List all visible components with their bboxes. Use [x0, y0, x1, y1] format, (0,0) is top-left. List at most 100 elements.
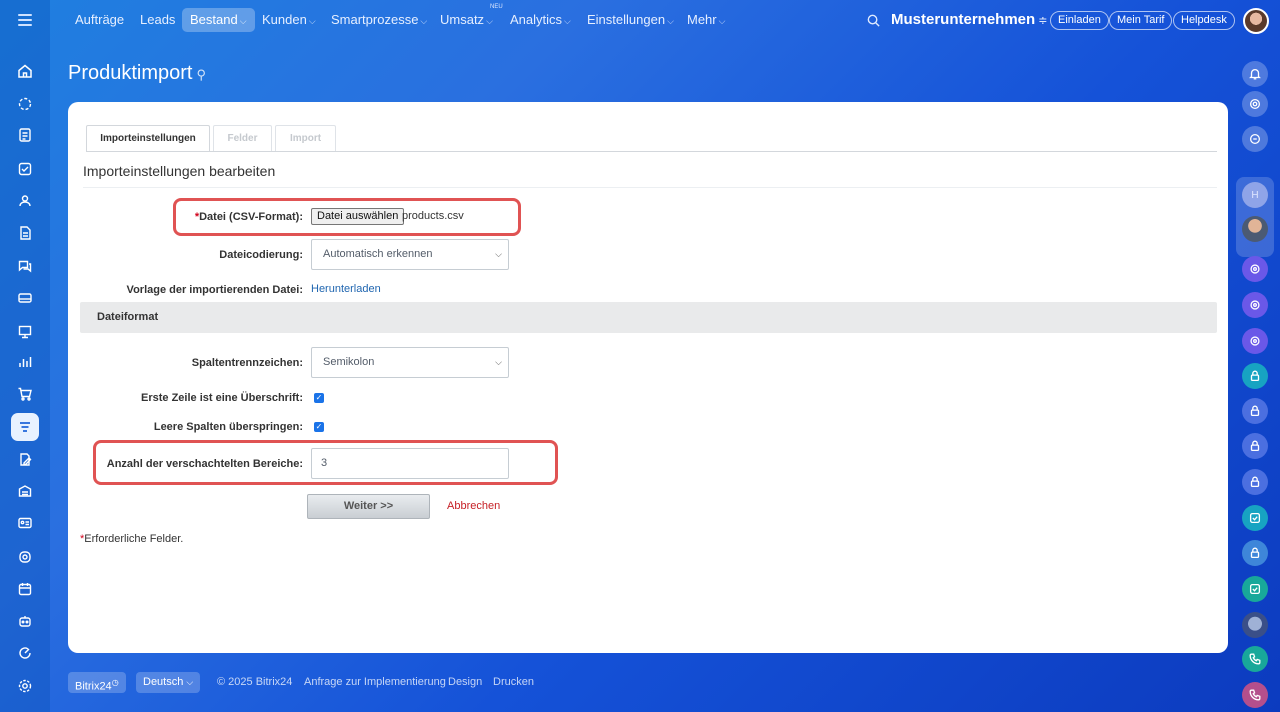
- phone-icon[interactable]: [1242, 682, 1268, 708]
- nav-orders[interactable]: Aufträge: [67, 8, 132, 32]
- lock-icon[interactable]: [1242, 540, 1268, 566]
- bell-icon[interactable]: [1242, 61, 1268, 87]
- contact-avatar-h[interactable]: H: [1242, 182, 1268, 208]
- chevron-down-icon: ⌵: [564, 16, 571, 26]
- search-icon[interactable]: [866, 13, 881, 28]
- skip-empty-checkbox[interactable]: ✓: [314, 422, 324, 432]
- chevron-down-icon: ⌵: [308, 16, 316, 26]
- task-check-icon[interactable]: [1242, 576, 1268, 602]
- calendar-icon[interactable]: [11, 575, 39, 603]
- left-sidebar: [0, 0, 50, 712]
- home-icon[interactable]: [11, 57, 39, 85]
- divider: [83, 187, 1217, 188]
- lock-icon[interactable]: [1242, 363, 1268, 389]
- store-icon[interactable]: [11, 477, 39, 505]
- chat-icon[interactable]: [11, 252, 39, 280]
- file-icon[interactable]: [11, 219, 39, 247]
- tab-divider: [86, 151, 1217, 152]
- phone-icon[interactable]: [1242, 646, 1268, 672]
- document-icon[interactable]: [11, 121, 39, 149]
- design-link[interactable]: Design: [448, 676, 482, 688]
- inbox-icon[interactable]: [11, 284, 39, 312]
- chevron-down-icon: ⌵: [718, 16, 726, 26]
- feed-icon[interactable]: [11, 90, 39, 118]
- nav-smart-processes[interactable]: Smartprozesse ⌵: [323, 8, 435, 32]
- header-row-label: Erste Zeile ist eine Überschrift:: [141, 392, 303, 404]
- nav-more[interactable]: Mehr ⌵: [679, 8, 733, 32]
- settings-icon[interactable]: [11, 672, 39, 700]
- lock-icon[interactable]: [1242, 398, 1268, 424]
- adjust-icon: ≑: [1038, 15, 1048, 27]
- menu-icon[interactable]: [18, 14, 32, 29]
- copilot-icon[interactable]: [1242, 91, 1268, 117]
- nav-leads[interactable]: Leads: [132, 8, 183, 32]
- chevron-down-icon: ⌵: [239, 16, 247, 26]
- tab-fields[interactable]: Felder: [213, 125, 272, 151]
- separator-select[interactable]: Semikolon ⌵: [311, 347, 509, 378]
- implementation-link[interactable]: Anfrage zur Implementierung: [304, 676, 446, 688]
- card-icon[interactable]: [11, 509, 39, 537]
- nav-inventory[interactable]: Bestand ⌵: [182, 8, 255, 32]
- copyright: © 2025 Bitrix24: [217, 676, 293, 688]
- header-row-checkbox[interactable]: ✓: [314, 393, 324, 403]
- encoding-label: Dateicodierung:: [219, 249, 303, 261]
- lock-icon[interactable]: [1242, 469, 1268, 495]
- cancel-link[interactable]: Abbrechen: [447, 500, 500, 512]
- lock-icon[interactable]: [1242, 433, 1268, 459]
- tab-import[interactable]: Import: [275, 125, 336, 151]
- chevron-down-icon: ⌵: [486, 16, 493, 26]
- inventory-icon[interactable]: [11, 413, 39, 441]
- target-icon[interactable]: [11, 543, 39, 571]
- next-button[interactable]: Weiter >>: [307, 494, 430, 519]
- presentation-icon[interactable]: [11, 318, 39, 346]
- nested-sections-label: Anzahl der verschachtelten Bereiche:: [106, 458, 303, 470]
- contacts-icon[interactable]: [11, 187, 39, 215]
- chevron-down-icon: ⌵: [495, 249, 502, 259]
- file-name: products.csv: [402, 210, 464, 222]
- page-title: Produktimport ⚲: [68, 62, 207, 84]
- nav-analytics[interactable]: Analytics ⌵: [502, 8, 579, 32]
- task-check-icon[interactable]: [1242, 505, 1268, 531]
- choose-file-button[interactable]: Datei auswählen: [311, 208, 405, 225]
- print-link[interactable]: Drucken: [493, 676, 534, 688]
- section-title: Importeinstellungen bearbeiten: [83, 163, 276, 179]
- chevron-down-icon: ⌵: [420, 16, 428, 26]
- company-name[interactable]: Musterunternehmen ≑: [891, 11, 1047, 28]
- file-label: *Datei (CSV-Format):: [194, 211, 303, 223]
- invite-button[interactable]: Einladen: [1050, 11, 1109, 30]
- speed-icon[interactable]: [11, 639, 39, 667]
- helpdesk-button[interactable]: Helpdesk: [1173, 11, 1235, 30]
- tasks-icon[interactable]: [11, 155, 39, 183]
- nested-sections-input[interactable]: 3: [311, 448, 509, 479]
- openline-icon[interactable]: [1242, 292, 1268, 318]
- nav-sales[interactable]: Umsatz ⌵: [432, 8, 501, 32]
- brand-badge[interactable]: Bitrix24◷: [68, 672, 126, 693]
- robot-icon[interactable]: [11, 607, 39, 635]
- analytics-icon[interactable]: [11, 348, 39, 376]
- bot-avatar[interactable]: [1242, 612, 1268, 638]
- contact-avatar-photo[interactable]: [1242, 216, 1268, 242]
- chevron-down-icon: ⌵: [186, 677, 194, 687]
- edit-icon[interactable]: [11, 446, 39, 474]
- user-avatar[interactable]: [1243, 8, 1269, 34]
- nav-customers[interactable]: Kunden ⌵: [254, 8, 324, 32]
- search-chat-icon[interactable]: [1242, 126, 1268, 152]
- chevron-down-icon: ⌵: [667, 16, 674, 26]
- tab-import-settings[interactable]: Importeinstellungen: [86, 125, 210, 152]
- template-label: Vorlage der importierenden Datei:: [126, 284, 303, 296]
- encoding-select[interactable]: Automatisch erkennen ⌵: [311, 239, 509, 270]
- chevron-down-icon: ⌵: [495, 357, 502, 367]
- language-select[interactable]: Deutsch ⌵: [136, 672, 201, 693]
- file-format-header: Dateiformat: [80, 302, 1217, 333]
- skip-empty-label: Leere Spalten überspringen:: [153, 421, 303, 433]
- openline-icon[interactable]: [1242, 328, 1268, 354]
- pin-icon[interactable]: ⚲: [197, 67, 207, 82]
- download-template-link[interactable]: Herunterladen: [311, 283, 381, 295]
- nav-settings[interactable]: Einstellungen ⌵: [579, 8, 682, 32]
- my-plan-button[interactable]: Mein Tarif: [1109, 11, 1173, 30]
- new-badge: NEU: [490, 4, 503, 10]
- cart-icon[interactable]: [11, 380, 39, 408]
- openline-icon[interactable]: [1242, 256, 1268, 282]
- clock-icon: ◷: [111, 678, 119, 687]
- required-note: *Erforderliche Felder.: [80, 533, 184, 545]
